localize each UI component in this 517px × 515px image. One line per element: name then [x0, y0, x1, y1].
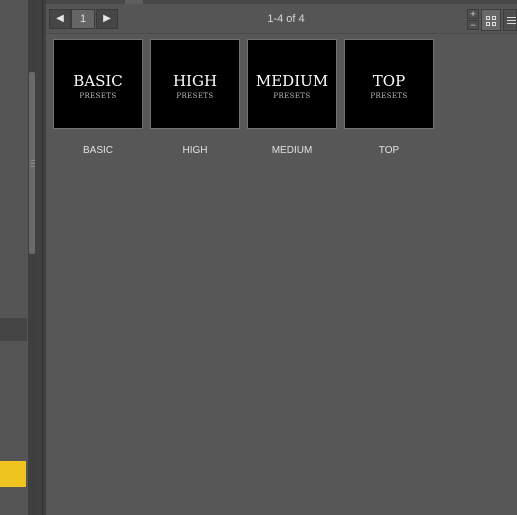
- thumbnail-subtitle: PRESETS: [370, 92, 408, 100]
- scroll-grip-line: [31, 166, 35, 167]
- thumbnail-subtitle: PRESETS: [273, 92, 311, 100]
- left-panel: [0, 0, 28, 515]
- preset-tile-medium[interactable]: MEDIUM PRESETS MEDIUM: [247, 39, 337, 169]
- thumbnail-subtitle: PRESETS: [79, 92, 117, 100]
- preset-label: TOP: [378, 145, 400, 156]
- preset-thumbnail: BASIC PRESETS: [53, 39, 143, 129]
- list-view-button[interactable]: [503, 9, 517, 31]
- preset-label: MEDIUM: [271, 145, 313, 156]
- pagination-toolbar: ◀ 1 ▶ 1-4 of 4 + −: [46, 4, 517, 34]
- previous-page-button[interactable]: ◀: [49, 9, 71, 29]
- preset-label: BASIC: [82, 145, 113, 156]
- arrow-right-icon: ▶: [103, 13, 111, 24]
- zoom-in-button[interactable]: +: [467, 9, 479, 19]
- preset-tile-basic[interactable]: BASIC PRESETS BASIC: [53, 39, 143, 169]
- next-page-button[interactable]: ▶: [96, 9, 118, 29]
- left-scrollbar[interactable]: [28, 0, 36, 515]
- content-browser: ◀ 1 ▶ 1-4 of 4 + − BASIC PRESETS BASIC H…: [46, 0, 517, 515]
- scroll-grip-line: [31, 160, 35, 161]
- page-count-label: 1-4 of 4: [267, 13, 305, 25]
- panel-splitter[interactable]: [36, 0, 46, 515]
- preset-tile-high[interactable]: HIGH PRESETS HIGH: [150, 39, 240, 169]
- zoom-out-button[interactable]: −: [467, 20, 479, 30]
- grid-view-button[interactable]: [481, 9, 501, 31]
- preset-thumbnail: MEDIUM PRESETS: [247, 39, 337, 129]
- thumbnail-title: TOP: [372, 72, 406, 90]
- preset-thumbnail: TOP PRESETS: [344, 39, 434, 129]
- thumbnail-title: HIGH: [172, 72, 218, 90]
- preset-label: HIGH: [182, 145, 208, 156]
- left-panel-selected-row[interactable]: [0, 318, 27, 341]
- left-panel-highlight-tab[interactable]: [0, 461, 26, 487]
- preset-tile-top[interactable]: TOP PRESETS TOP: [344, 39, 434, 169]
- left-scrollbar-thumb[interactable]: [29, 72, 35, 254]
- arrow-left-icon: ◀: [56, 13, 64, 24]
- thumbnail-subtitle: PRESETS: [176, 92, 214, 100]
- splitter-edge: [42, 0, 43, 515]
- thumbnail-title: BASIC: [73, 72, 123, 90]
- preset-thumbnail: HIGH PRESETS: [150, 39, 240, 129]
- scroll-grip-line: [31, 163, 35, 164]
- thumbnail-title: MEDIUM: [255, 72, 329, 90]
- page-number-field[interactable]: 1: [71, 9, 95, 29]
